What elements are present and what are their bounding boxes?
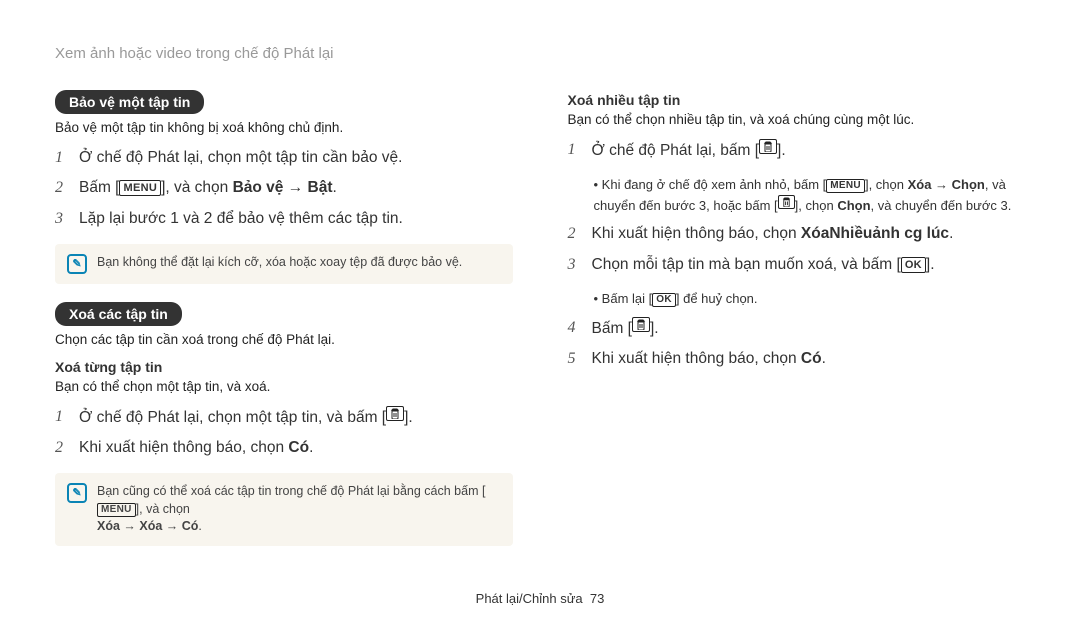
multi-step-4: 4 Bấm []. (568, 317, 1026, 340)
delete-multi-steps: 1 Ở chế độ Phát lại, bấm []. (568, 139, 1026, 162)
delete-multi-steps-3: 4 Bấm []. 5 Khi xuất hiện thông báo, chọ… (568, 317, 1026, 370)
trash-icon (386, 406, 404, 421)
delete-note-text: Bạn cũng có thể xoá các tập tin trong ch… (97, 483, 501, 536)
left-column: Bảo vệ một tập tin Bảo vệ một tập tin kh… (55, 90, 513, 564)
multi-step-2: 2 Khi xuất hiện thông báo, chọn XóaNhiều… (568, 223, 1026, 245)
multi-substep-3: Bấm lại [OK] để huỷ chọn. (594, 290, 1026, 309)
note-icon: ✎ (67, 483, 87, 503)
delete-caption: Chọn các tập tin cần xoá trong chế độ Ph… (55, 332, 513, 347)
delete-single-title: Xoá từng tập tin (55, 359, 513, 375)
trash-icon (778, 195, 795, 209)
note-icon: ✎ (67, 254, 87, 274)
ok-button-icon: OK (652, 293, 676, 307)
protect-step-2: 2 Bấm [MENU], và chọn Bảo vệ → Bật. (55, 177, 513, 199)
delete-note: ✎ Bạn cũng có thể xoá các tập tin trong … (55, 473, 513, 546)
right-column: Xoá nhiều tập tin Bạn có thể chọn nhiều … (568, 90, 1026, 564)
two-column-layout: Bảo vệ một tập tin Bảo vệ một tập tin kh… (55, 90, 1025, 564)
trash-icon (759, 139, 777, 154)
multi-step-1: 1 Ở chế độ Phát lại, bấm []. (568, 139, 1026, 162)
footer-section: Phát lại/Chỉnh sửa (476, 591, 583, 606)
multi-step-3: 3 Chọn mỗi tập tin mà bạn muốn xoá, và b… (568, 254, 1026, 276)
page-number: 73 (590, 591, 604, 606)
menu-button-icon: MENU (97, 503, 136, 517)
delete-multi-title: Xoá nhiều tập tin (568, 92, 1026, 108)
ok-button-icon: OK (901, 257, 926, 273)
breadcrumb: Xem ảnh hoặc video trong chế độ Phát lại (55, 45, 1025, 62)
protect-note: ✎ Bạn không thể đặt lại kích cỡ, xóa hoặ… (55, 244, 513, 284)
multi-step-5: 5 Khi xuất hiện thông báo, chọn Có. (568, 348, 1026, 370)
trash-icon (632, 317, 650, 332)
delete-single-step-2: 2 Khi xuất hiện thông báo, chọn Có. (55, 437, 513, 459)
protect-step-3: 3 Lặp lại bước 1 và 2 để bảo vệ thêm các… (55, 208, 513, 230)
protect-steps: 1 Ở chế độ Phát lại, chọn một tập tin cầ… (55, 147, 513, 230)
delete-multi-steps-2: 2 Khi xuất hiện thông báo, chọn XóaNhiều… (568, 223, 1026, 276)
delete-single-step-1: 1 Ở chế độ Phát lại, chọn một tập tin, v… (55, 406, 513, 429)
protect-step-1: 1 Ở chế độ Phát lại, chọn một tập tin cầ… (55, 147, 513, 169)
section-delete-title: Xoá các tập tin (55, 302, 182, 326)
delete-single-steps: 1 Ở chế độ Phát lại, chọn một tập tin, v… (55, 406, 513, 459)
menu-button-icon: MENU (119, 180, 161, 196)
menu-button-icon: MENU (826, 179, 865, 193)
protect-caption: Bảo vệ một tập tin không bị xoá không ch… (55, 120, 513, 135)
delete-multi-caption: Bạn có thể chọn nhiều tập tin, và xoá ch… (568, 112, 1026, 127)
section-protect-title: Bảo vệ một tập tin (55, 90, 204, 114)
protect-note-text: Bạn không thể đặt lại kích cỡ, xóa hoặc … (97, 254, 462, 272)
delete-single-caption: Bạn có thể chọn một tập tin, và xoá. (55, 379, 513, 394)
multi-substep-1: Khi đang ở chế độ xem ảnh nhỏ, bấm [MENU… (594, 176, 1026, 216)
page-footer: Phát lại/Chỉnh sửa 73 (0, 591, 1080, 606)
